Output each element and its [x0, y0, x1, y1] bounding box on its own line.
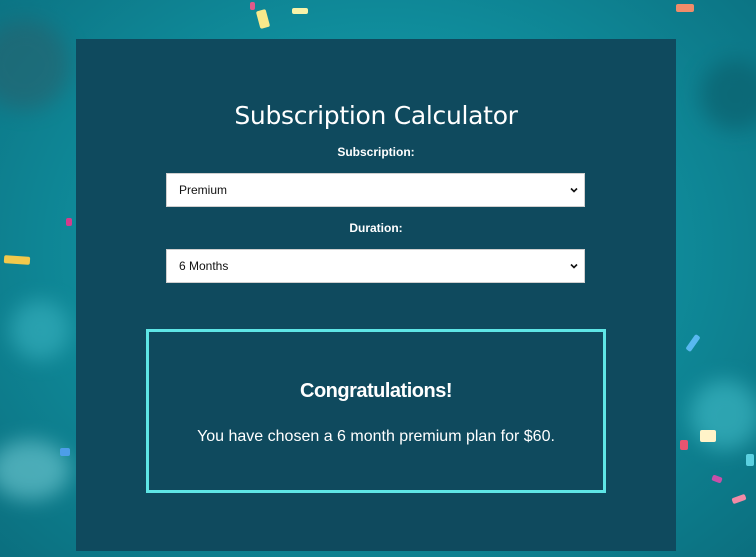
- subscription-selected-value: Premium: [179, 183, 228, 197]
- confetti: [746, 454, 754, 466]
- result-box: Congratulations! You have chosen a 6 mon…: [146, 329, 606, 493]
- confetti: [292, 8, 308, 14]
- calculator-panel: Subscription Calculator Subscription: Pr…: [76, 39, 676, 551]
- duration-label: Duration:: [349, 221, 403, 235]
- confetti: [250, 2, 255, 10]
- confetti: [255, 9, 271, 29]
- bokeh-blob: [700, 60, 756, 130]
- result-heading: Congratulations!: [300, 380, 453, 402]
- result-message: You have chosen a 6 month premium plan f…: [197, 428, 555, 445]
- chevron-down-icon: [570, 263, 578, 269]
- confetti: [731, 493, 747, 505]
- duration-selected-value: 6 Months: [179, 259, 229, 273]
- chevron-down-icon: [570, 187, 578, 193]
- duration-select[interactable]: 6 Months: [166, 249, 585, 283]
- confetti: [685, 333, 701, 353]
- confetti: [60, 448, 70, 456]
- bokeh-blob: [10, 300, 70, 360]
- confetti: [3, 255, 31, 265]
- page-title: Subscription Calculator: [234, 101, 518, 130]
- confetti: [66, 218, 72, 226]
- subscription-label: Subscription:: [337, 145, 415, 159]
- confetti: [680, 440, 688, 450]
- confetti: [711, 474, 723, 484]
- confetti: [700, 430, 716, 442]
- confetti: [676, 4, 694, 12]
- subscription-select[interactable]: Premium: [166, 173, 585, 207]
- bokeh-blob: [0, 20, 70, 110]
